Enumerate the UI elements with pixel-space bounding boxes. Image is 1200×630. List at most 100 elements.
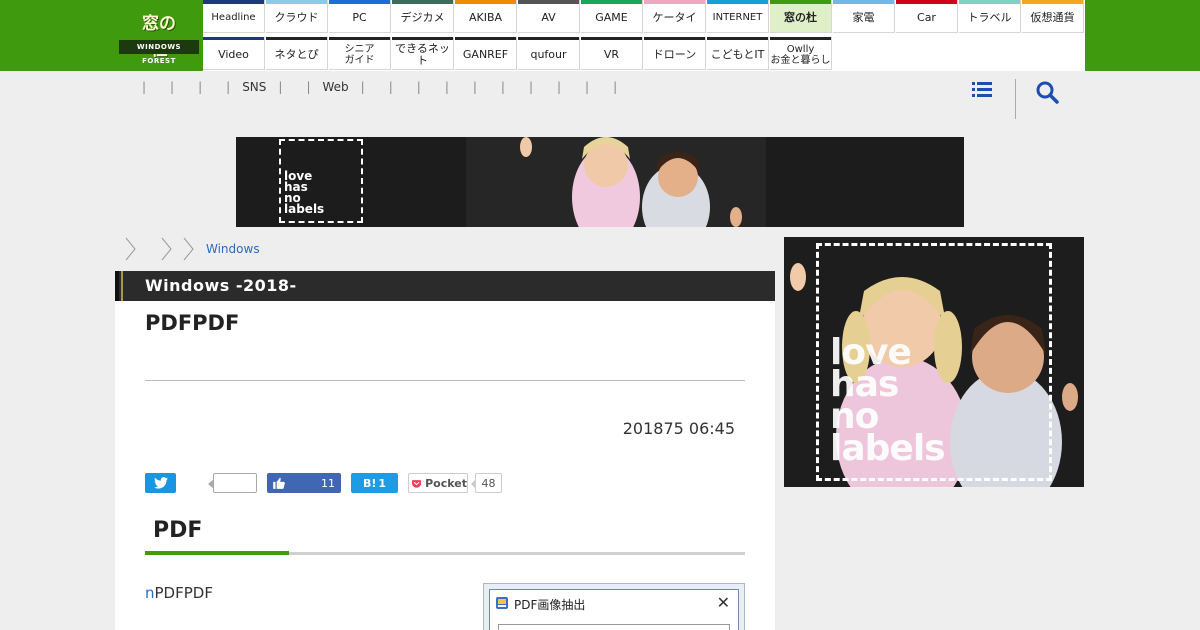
nav-item-label: Car [917, 10, 936, 24]
subnav-separator: | [444, 80, 449, 94]
nav-item-1-2[interactable]: クラウド [266, 0, 328, 33]
lead-text: PDFPDF [154, 584, 213, 602]
nav-color-bar [392, 0, 453, 4]
pocket-label: Pocket [425, 476, 467, 490]
nav-item-1-6[interactable]: AV [518, 0, 580, 33]
nav-item-1-3[interactable]: PC [329, 0, 391, 33]
nav-item-label: GAME [595, 10, 628, 24]
nav-item-1-1[interactable]: Headline [203, 0, 265, 33]
site-header: 窓の杜 WINDOWS FOREST Headline クラウド PC デジカメ AKI… [0, 0, 1200, 71]
nav-item-1-8[interactable]: ケータイ [644, 0, 706, 33]
section-underline [289, 552, 745, 555]
nav-item-label: Video [218, 47, 249, 61]
nav-item-label: PC [352, 10, 367, 24]
search-icon[interactable] [1034, 79, 1062, 107]
dialog-title: PDF画像抽出 [514, 598, 586, 612]
dialog-window: PDF画像抽出 ✕ [489, 589, 739, 630]
subnav-separator: | [360, 80, 365, 94]
nav-item-label: デジカメ [400, 10, 445, 24]
nav-item-label: Headline [211, 12, 256, 23]
chevron-right-icon [161, 237, 172, 261]
sidebar-ad-copy: love has no labels [830, 332, 946, 469]
series-bar-accent [121, 271, 123, 301]
hatena-bookmark-button[interactable]: B! 1 [351, 473, 398, 493]
nav-item-2-1[interactable]: Video [203, 37, 265, 70]
series-title[interactable]: Windows -2018- [145, 271, 297, 301]
nav-color-bar [329, 0, 390, 4]
nav-item-1-11[interactable]: 家電 [833, 0, 895, 33]
pocket-icon [412, 479, 422, 488]
nav-item-2-2[interactable]: ネタとぴ [266, 37, 328, 70]
breadcrumb: Windows [124, 237, 260, 261]
nav-item-label: こどもとIT [710, 47, 765, 61]
nav-item-label: ネタとぴ [274, 47, 319, 61]
nav-item-1-14[interactable]: 仮想通貨 [1022, 0, 1084, 33]
nav-item-1-4[interactable]: デジカメ [392, 0, 454, 33]
nav-item-1-7[interactable]: GAME [581, 0, 643, 33]
nav-color-bar [455, 37, 516, 40]
nav-item-label: VR [603, 47, 620, 61]
pocket-save-button[interactable]: Pocket [408, 473, 468, 493]
nav-item-1-5[interactable]: AKIBA [455, 0, 517, 33]
logo-subtitle: WINDOWS FOREST [119, 40, 199, 65]
facebook-like-count: 11 [321, 476, 335, 490]
nav-item-2-4[interactable]: できるネット [392, 37, 454, 70]
sidebar-advertisement[interactable]: love has no labels [784, 237, 1084, 487]
nav-item-2-6[interactable]: qufour [518, 37, 580, 70]
nav-item-label: qufour [530, 47, 567, 61]
nav-item-1-10[interactable]: 窓の杜 [770, 0, 832, 33]
global-nav: Headline クラウド PC デジカメ AKIBA AV GAME ケータイ INTERNE… [203, 0, 1085, 71]
hatena-count: 1 [378, 476, 387, 490]
share-buttons: 11 B! 1 Pocket 48 [145, 473, 745, 493]
subnav-link-5[interactable]: SNS [242, 80, 266, 94]
nav-item-2-5[interactable]: GANREF [455, 37, 517, 70]
nav-item-2-3[interactable]: シニア ガイド [329, 37, 391, 70]
subnav-link-7[interactable]: Web [323, 80, 349, 94]
thumbs-up-icon [273, 477, 285, 489]
nav-item-2-9[interactable]: こどもとIT [707, 37, 769, 70]
nav-item-label: クラウド [274, 10, 319, 24]
nav-item-1-12[interactable]: Car [896, 0, 958, 33]
nav-item-2-8[interactable]: ドローン [644, 37, 706, 70]
nav-item-label: 仮想通貨 [1030, 10, 1075, 24]
publish-date: 201875 06:45 [622, 419, 735, 438]
subnav-separator: | [557, 80, 562, 94]
site-logo[interactable]: 窓の杜 WINDOWS FOREST [119, 11, 199, 65]
screenshot-image[interactable]: PDF画像抽出 ✕ [483, 583, 745, 630]
chevron-right-icon [125, 237, 136, 261]
category-subnav: | | | | SNS | | Web | | | | | | | | | | [130, 78, 629, 96]
breadcrumb-link-windows[interactable]: Windows [206, 242, 260, 256]
twitter-share-button[interactable] [145, 473, 176, 493]
nav-item-label: GANREF [462, 47, 509, 61]
twitter-bird-icon [153, 477, 168, 489]
section-underline-accent [145, 551, 289, 555]
dialog-field [498, 624, 730, 630]
nav-item-label: ドローン [652, 47, 697, 61]
facebook-like-button[interactable]: 11 [267, 473, 341, 493]
nav-item-label: INTERNET [712, 12, 763, 23]
subnav-separator: | [472, 80, 477, 94]
nav-item-label: シニア ガイド [344, 43, 375, 66]
banner-advertisement[interactable]: love has no labels [236, 137, 964, 227]
header-divider [1015, 79, 1016, 119]
nav-color-bar [518, 37, 579, 40]
hamburger-menu-icon[interactable] [968, 78, 996, 102]
nav-color-bar [266, 0, 327, 4]
nav-item-2-10[interactable]: Owlly お金と暮らし [770, 37, 832, 70]
nav-item-label: 家電 [852, 10, 875, 24]
nav-item-1-9[interactable]: INTERNET [707, 0, 769, 33]
subnav-separator: | [585, 80, 590, 94]
nav-color-bar [518, 0, 579, 4]
nav-item-2-7[interactable]: VR [581, 37, 643, 70]
section-heading: PDF [153, 518, 203, 543]
nav-color-bar [266, 37, 327, 40]
nav-item-label: AKIBA [468, 10, 503, 24]
nav-color-bar [581, 0, 642, 4]
nav-item-1-13[interactable]: トラベル [959, 0, 1021, 33]
series-bar: Windows -2018- [115, 271, 775, 301]
nav-color-bar [896, 0, 957, 4]
subnav-separator: | [306, 80, 311, 94]
hatena-label: B! [362, 476, 377, 490]
subnav-separator: | [388, 80, 393, 94]
article-title: PDFPDF [145, 311, 240, 335]
